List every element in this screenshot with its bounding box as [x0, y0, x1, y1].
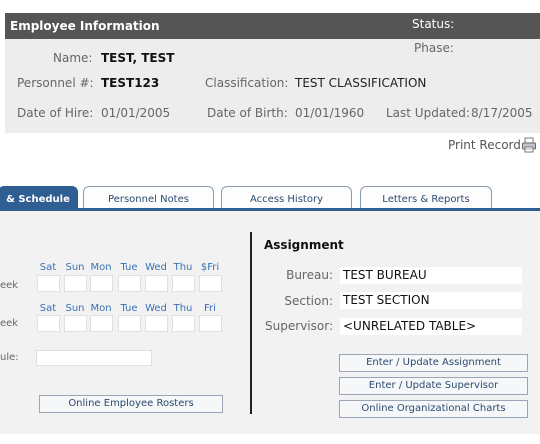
day-thu: Thu: [173, 303, 193, 314]
supervisor-field: <UNRELATED TABLE>: [340, 318, 522, 335]
schedule-row-3-label: ule:: [0, 352, 19, 363]
schedule-cell[interactable]: [90, 315, 113, 332]
birth-date-label: Date of Birth:: [207, 106, 288, 120]
day-sun: Sun: [65, 303, 85, 314]
phase-label: Phase:: [414, 41, 454, 55]
day-thu: Thu: [173, 262, 193, 273]
birth-date-value: 01/01/1960: [295, 106, 365, 120]
day-sat: Sat: [39, 303, 57, 314]
tab-personnel-notes[interactable]: Personnel Notes: [83, 186, 214, 209]
day-sat: Sat: [39, 262, 57, 273]
name-label: Name:: [53, 51, 93, 65]
schedule-cell[interactable]: [118, 315, 141, 332]
schedule-cell[interactable]: [64, 275, 87, 292]
last-updated-label: Last Updated:: [386, 106, 470, 120]
schedule-cell[interactable]: [37, 275, 60, 292]
section-field: TEST SECTION: [340, 292, 522, 309]
day-sun: Sun: [65, 262, 85, 273]
schedule-input[interactable]: [36, 350, 152, 366]
printer-icon[interactable]: [521, 137, 537, 157]
print-record-link[interactable]: Print Record: [448, 138, 521, 152]
day-fri: $Fri: [200, 262, 220, 273]
schedule-cell[interactable]: [37, 315, 60, 332]
last-updated-value: 8/17/2005: [471, 106, 533, 120]
schedule-cell[interactable]: [172, 315, 195, 332]
hire-date-value: 01/01/2005: [101, 106, 171, 120]
bureau-label: Bureau:: [286, 268, 333, 282]
online-organizational-charts-button[interactable]: Online Organizational Charts: [339, 400, 528, 418]
classification-value: TEST CLASSIFICATION: [295, 76, 427, 90]
enter-update-assignment-button[interactable]: Enter / Update Assignment: [339, 354, 528, 372]
schedule-cell[interactable]: [118, 275, 141, 292]
schedule-row-1-label: eek: [0, 280, 19, 291]
assignment-title: Assignment: [264, 238, 344, 252]
name-value: TEST, TEST: [101, 51, 175, 65]
supervisor-label: Supervisor:: [265, 319, 333, 333]
schedule-cell[interactable]: [199, 315, 222, 332]
tab-access-history[interactable]: Access History: [221, 186, 352, 209]
schedule-cell[interactable]: [145, 315, 168, 332]
day-mon: Mon: [90, 262, 112, 273]
classification-label: Classification:: [205, 76, 289, 90]
schedule-cell[interactable]: [199, 275, 222, 292]
schedule-cell[interactable]: [90, 275, 113, 292]
personnel-number-label: Personnel #:: [17, 76, 94, 90]
tab-letters-reports[interactable]: Letters & Reports: [360, 186, 492, 209]
status-label: Status:: [412, 17, 455, 31]
personnel-number-value: TEST123: [101, 76, 160, 90]
bureau-field: TEST BUREAU: [340, 267, 522, 284]
day-tue: Tue: [120, 262, 138, 273]
day-fri: Fri: [204, 303, 216, 314]
schedule-cell[interactable]: [172, 275, 195, 292]
enter-update-supervisor-button[interactable]: Enter / Update Supervisor: [339, 377, 528, 395]
schedule-cell[interactable]: [145, 275, 168, 292]
hire-date-label: Date of Hire:: [17, 106, 94, 120]
day-wed: Wed: [145, 303, 167, 314]
online-employee-rosters-button[interactable]: Online Employee Rosters: [39, 395, 223, 413]
tab-schedule[interactable]: & Schedule: [0, 186, 78, 209]
day-tue: Tue: [120, 303, 138, 314]
section-label: Section:: [284, 294, 333, 308]
panel-title: Employee Information: [10, 19, 160, 33]
schedule-row-2-label: eek: [0, 318, 19, 329]
day-mon: Mon: [90, 303, 112, 314]
day-wed: Wed: [145, 262, 167, 273]
schedule-cell[interactable]: [64, 315, 87, 332]
